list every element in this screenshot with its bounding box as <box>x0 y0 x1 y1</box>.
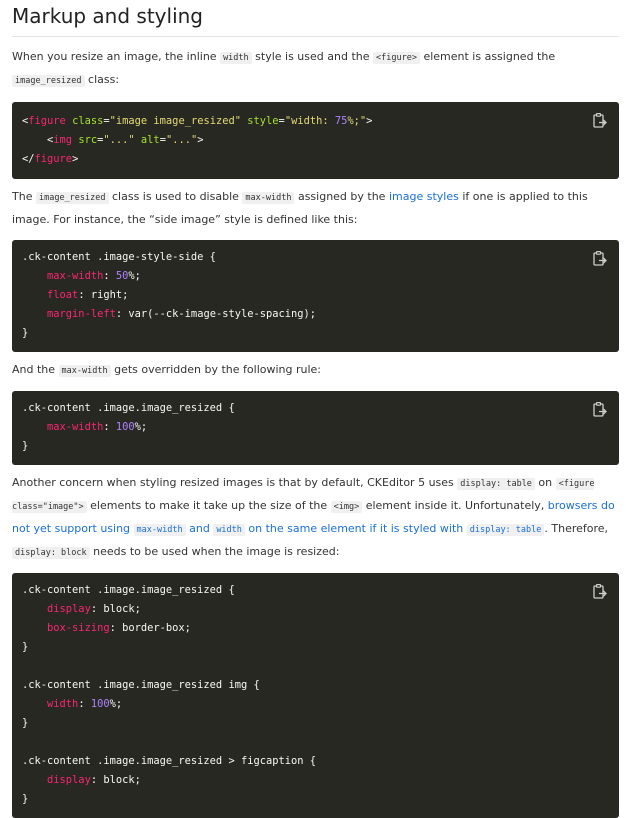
text: When you resize an image, the inline <box>12 50 221 63</box>
code-line: display: block; <box>47 774 141 786</box>
code-line: .ck-content .image.image_resized { <box>22 402 235 414</box>
text: style is used and the <box>251 50 373 63</box>
text: on <box>534 476 556 489</box>
link-image-styles[interactable]: image styles <box>389 190 459 203</box>
inline-code-max-width: max-width <box>58 365 111 377</box>
code-line: width: 100%; <box>47 698 123 710</box>
code-line: } <box>22 327 29 339</box>
code-line: .ck-content .image.image_resized img { <box>22 679 260 691</box>
text: class: <box>84 73 120 86</box>
copy-to-clipboard-icon[interactable] <box>591 583 609 601</box>
inline-code-width: width <box>220 52 252 64</box>
copy-to-clipboard-icon[interactable] <box>591 112 609 130</box>
code-block-css-resized: .ck-content .image.image_resized { displ… <box>12 573 619 818</box>
code-line: } <box>22 793 29 805</box>
inline-code-image-resized: image_resized <box>12 75 85 87</box>
text: needs to be used when the image is resiz… <box>89 545 340 558</box>
code-line: } <box>22 717 29 729</box>
code-line: max-width: 50%; <box>47 270 141 282</box>
code-line: <img src="..." alt="..."> <box>47 134 204 146</box>
code-line: float: right; <box>47 289 129 301</box>
inline-code-figure: <figure> <box>373 52 420 64</box>
paragraph-intro: When you resize an image, the inline wid… <box>12 46 619 92</box>
code-line: } <box>22 641 29 653</box>
code-line: .ck-content .image-style-side { <box>22 251 216 263</box>
inline-code-max-width: max-width <box>242 192 295 204</box>
paragraph-image-resized: The image_resized class is used to disab… <box>12 186 619 231</box>
code-line: max-width: 100%; <box>47 421 148 433</box>
inline-code-display-table: display: table <box>457 478 535 490</box>
code-block-html: <figure class="image image_resized" styl… <box>12 102 619 179</box>
text: assigned by the <box>294 190 389 203</box>
code-line: margin-left: var(--ck-image-style-spacin… <box>47 308 317 320</box>
copy-to-clipboard-icon[interactable] <box>591 401 609 419</box>
text: element is assigned the <box>419 50 556 63</box>
document-page: Markup and styling When you resize an im… <box>0 0 629 818</box>
heading-divider <box>12 36 619 37</box>
code-line: box-sizing: border-box; <box>47 622 191 634</box>
paragraph-override: And the max-width gets overridden by the… <box>12 359 619 382</box>
text: class is used to disable <box>108 190 243 203</box>
copy-to-clipboard-icon[interactable] <box>591 250 609 268</box>
code-line: </figure> <box>22 153 79 165</box>
inline-code-image-resized: image_resized <box>35 192 109 204</box>
code-line: .ck-content .image.image_resized { <box>22 584 235 596</box>
text: . Therefore, <box>544 522 609 535</box>
text: Another concern when styling resized ima… <box>12 476 458 489</box>
code-line: } <box>22 440 29 452</box>
text: element inside it. Unfortunately, <box>362 499 548 512</box>
code-line: display: block; <box>47 603 141 615</box>
inline-code-img: <img> <box>330 501 363 513</box>
text: elements to make it take up the size of … <box>86 499 331 512</box>
code-line: .ck-content .image.image_resized > figca… <box>22 755 317 767</box>
text: gets overridden by the following rule: <box>110 363 322 376</box>
section-heading: Markup and styling <box>12 4 203 28</box>
paragraph-display-table: Another concern when styling resized ima… <box>12 472 619 564</box>
text: The <box>12 190 36 203</box>
text: And the <box>12 363 59 376</box>
code-block-css-override: .ck-content .image.image_resized { max-w… <box>12 391 619 465</box>
code-line: <figure class="image image_resized" styl… <box>22 115 373 127</box>
code-block-css-side: .ck-content .image-style-side { max-widt… <box>12 240 619 352</box>
inline-code-display-block: display: block <box>12 547 90 559</box>
